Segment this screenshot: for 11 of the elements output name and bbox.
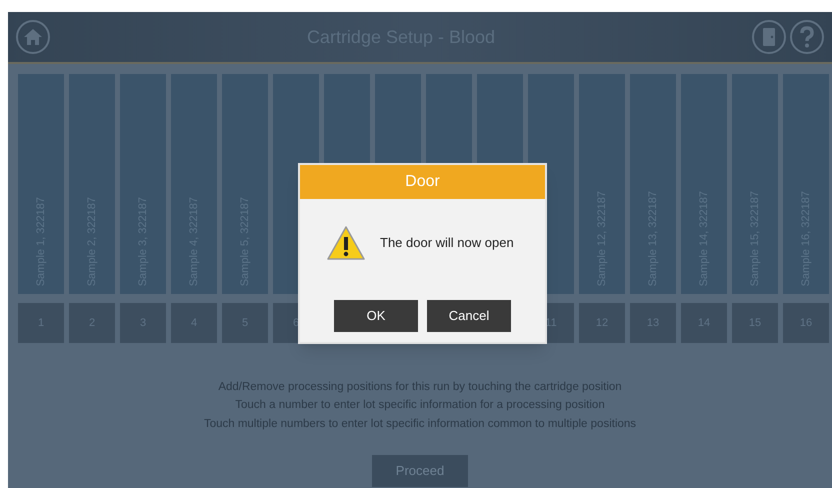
ok-button[interactable]: OK	[334, 300, 418, 332]
cancel-button[interactable]: Cancel	[427, 300, 511, 332]
home-icon	[23, 28, 43, 46]
home-button[interactable]	[16, 20, 50, 54]
help-button[interactable]	[790, 20, 824, 54]
door-icon	[762, 27, 776, 47]
dialog-title: Door	[405, 172, 440, 192]
warning-icon	[326, 225, 366, 261]
dialog-message: The door will now open	[380, 234, 514, 252]
door-button[interactable]	[752, 20, 786, 54]
help-icon	[799, 26, 815, 48]
